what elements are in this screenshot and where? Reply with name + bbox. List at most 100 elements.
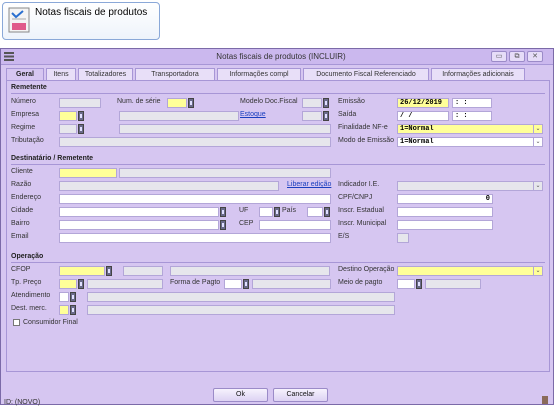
lookup-icon[interactable] <box>243 279 249 289</box>
ok-button[interactable]: Ok <box>213 388 268 402</box>
lookup-icon[interactable] <box>78 111 84 121</box>
destino-operacao-select[interactable] <box>397 266 543 276</box>
endereco-field[interactable] <box>59 194 331 204</box>
lookup-icon[interactable] <box>70 292 76 302</box>
chevron-down-icon[interactable]: ⌄ <box>533 124 542 134</box>
close-icon[interactable]: ✕ <box>527 51 543 62</box>
tab-informacoes-adicionais[interactable]: Informações adicionais <box>431 68 525 80</box>
divider <box>11 164 545 165</box>
saida-time-field[interactable]: : : <box>452 111 492 121</box>
cep-label: CEP <box>239 220 254 227</box>
es-field[interactable] <box>397 233 409 243</box>
estoque-link[interactable]: Estoque <box>240 111 266 118</box>
finalidade-select[interactable]: 1=Normal <box>397 124 543 134</box>
indicador-ie-select[interactable] <box>397 181 543 191</box>
cpf-cnpj-label: CPF/CNPJ <box>338 194 373 201</box>
atendimento-desc-field[interactable] <box>87 292 395 302</box>
lookup-icon[interactable] <box>324 207 330 217</box>
tab-itens[interactable]: Itens <box>46 68 76 80</box>
launcher-notas-fiscais[interactable]: Notas fiscais de produtos <box>2 2 160 40</box>
forma-pagto-desc-field[interactable] <box>252 279 331 289</box>
empresa-name-field[interactable] <box>119 111 239 121</box>
bairro-label: Bairro <box>11 220 30 227</box>
cliente-field[interactable] <box>59 168 117 178</box>
modo-emissao-select[interactable]: 1=Normal <box>397 137 543 147</box>
lookup-icon[interactable] <box>70 305 76 315</box>
lookup-icon[interactable] <box>220 207 226 217</box>
cancel-button[interactable]: Cancelar <box>273 388 328 402</box>
chevron-down-icon[interactable]: ⌄ <box>533 266 542 276</box>
regime-desc-field[interactable] <box>119 124 331 134</box>
inscr-estadual-label: Inscr. Estadual <box>338 207 384 214</box>
cfop-code-field[interactable] <box>123 266 163 276</box>
liberar-edicao-link[interactable]: Liberar edição <box>287 181 331 188</box>
tp-preco-field[interactable] <box>59 279 77 289</box>
minimize-icon[interactable]: ▭ <box>491 51 507 62</box>
num-serie-field[interactable] <box>167 98 187 108</box>
modo-emissao-label: Modo de Emissão <box>338 137 395 144</box>
cfop-desc-field[interactable] <box>170 266 330 276</box>
lookup-icon[interactable] <box>188 98 194 108</box>
lookup-icon[interactable] <box>416 279 422 289</box>
uf-field[interactable] <box>259 207 273 217</box>
cpf-cnpj-field[interactable]: 0 <box>397 194 493 204</box>
chevron-down-icon[interactable]: ⌄ <box>533 137 542 147</box>
chevron-down-icon[interactable]: ⌄ <box>533 181 542 191</box>
emissao-label: Emissão <box>338 98 365 105</box>
cliente-label: Cliente <box>11 168 33 175</box>
lookup-icon[interactable] <box>220 220 226 230</box>
tributacao-label: Tributação <box>11 137 44 144</box>
tab-panel-geral: Remetente Número Num. de série Modelo Do… <box>6 80 550 372</box>
indicador-ie-label: Indicador I.E. <box>338 181 380 188</box>
consumidor-final-checkbox[interactable] <box>13 319 20 326</box>
tab-documento-fiscal-referenciado[interactable]: Documento Fiscal Referenciado <box>303 68 429 80</box>
estoque-field[interactable] <box>302 111 322 121</box>
empresa-label: Empresa <box>11 111 40 118</box>
menu-icon[interactable] <box>4 52 14 61</box>
tab-informacoes-compl[interactable]: Informações compl <box>217 68 301 80</box>
saida-date-field[interactable]: / / <box>397 111 449 121</box>
lookup-icon[interactable] <box>106 266 112 276</box>
num-serie-label: Num. de série <box>117 98 161 105</box>
numero-label: Número <box>11 98 36 105</box>
emissao-date-field[interactable]: 26/12/2019 <box>397 98 449 108</box>
regime-field[interactable] <box>59 124 77 134</box>
cidade-field[interactable] <box>59 207 219 217</box>
lookup-icon[interactable] <box>78 279 84 289</box>
finalidade-label: Finalidade NF-e <box>338 124 388 131</box>
dest-merc-desc-field[interactable] <box>87 305 395 315</box>
bairro-field[interactable] <box>59 220 219 230</box>
tab-transportadora[interactable]: Transportadora <box>135 68 215 80</box>
divider <box>11 93 545 94</box>
saida-label: Saída <box>338 111 357 118</box>
inscr-municipal-field[interactable] <box>397 220 493 230</box>
meio-pagto-desc-field[interactable] <box>425 279 481 289</box>
tp-preco-label: Tp. Preço <box>11 279 42 286</box>
emissao-time-field[interactable]: : : <box>452 98 492 108</box>
tab-totalizadores[interactable]: Totalizadores <box>78 68 133 80</box>
window-title: Notas fiscais de produtos (INCLUIR) <box>216 52 346 61</box>
numero-field[interactable] <box>59 98 101 108</box>
dest-merc-field[interactable] <box>59 305 69 315</box>
lookup-icon[interactable] <box>323 98 329 108</box>
es-label: E/S <box>338 233 350 240</box>
cfop-field[interactable] <box>59 266 105 276</box>
lookup-icon[interactable] <box>274 207 280 217</box>
lookup-icon[interactable] <box>323 111 329 121</box>
lookup-icon[interactable] <box>78 124 84 134</box>
meio-pagto-field[interactable] <box>397 279 415 289</box>
forma-pagto-field[interactable] <box>224 279 242 289</box>
email-field[interactable] <box>59 233 331 243</box>
cep-field[interactable] <box>259 220 331 230</box>
inscr-estadual-field[interactable] <box>397 207 493 217</box>
cliente-name-field[interactable] <box>119 168 331 178</box>
modelo-doc-field[interactable] <box>302 98 322 108</box>
tp-preco-desc-field[interactable] <box>87 279 163 289</box>
razao-field[interactable] <box>59 181 279 191</box>
atendimento-field[interactable] <box>59 292 69 302</box>
pais-field[interactable] <box>307 207 323 217</box>
section-remetente-title: Remetente <box>11 84 47 91</box>
maximize-icon[interactable]: ⧉ <box>509 51 525 62</box>
tributacao-field[interactable] <box>59 137 331 147</box>
empresa-field[interactable] <box>59 111 77 121</box>
